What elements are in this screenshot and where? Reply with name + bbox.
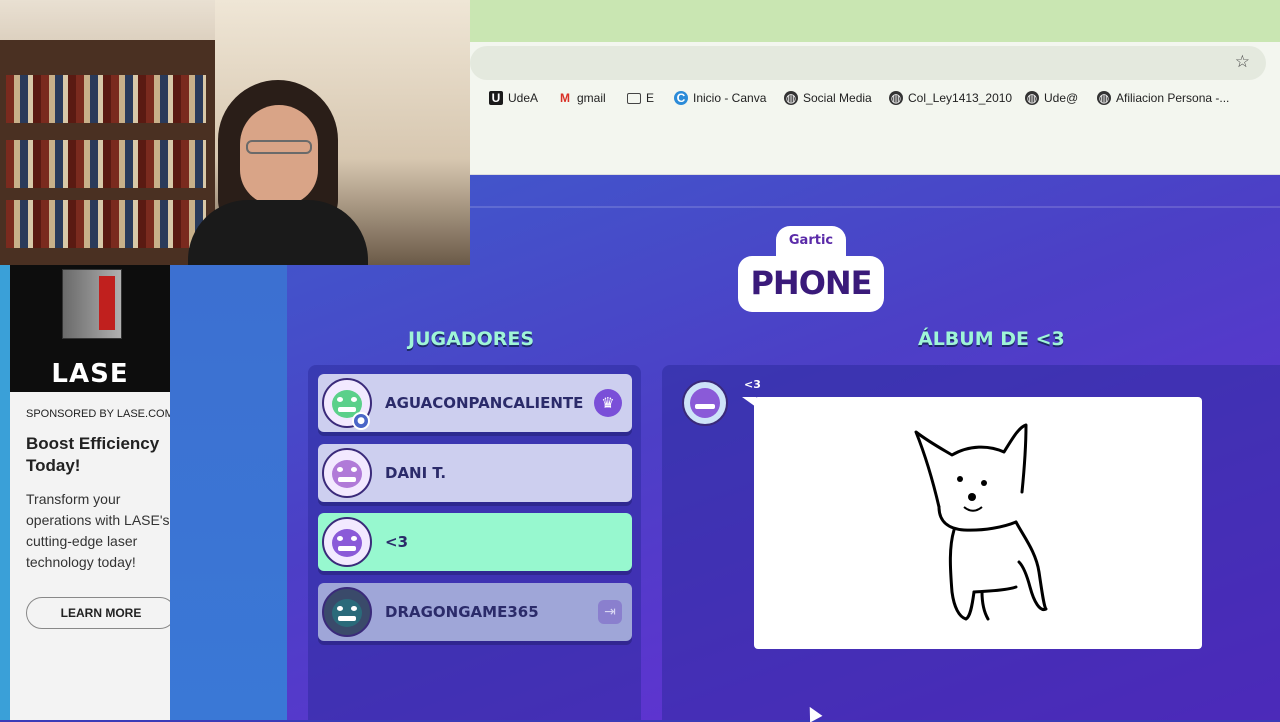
bookmark-col-ley[interactable]: ◍ Col_Ley1413_2010 <box>889 91 1012 105</box>
bookmark-udea[interactable]: U UdeA <box>489 91 538 105</box>
avatar <box>322 587 372 637</box>
address-bar[interactable] <box>470 46 1266 80</box>
bookmark-label: Col_Ley1413_2010 <box>908 91 1013 105</box>
ad-sponsor: SPONSORED BY LASE.COM <box>26 408 170 420</box>
player-card-active[interactable]: <3 <box>318 513 632 571</box>
crown-icon: ♛ <box>594 389 622 417</box>
globe-icon: ◍ <box>784 91 798 105</box>
album-heading: ÁLBUM DE <3 <box>918 328 1065 350</box>
avatar <box>322 517 372 567</box>
bookmark-afiliacion[interactable]: ◍ Afiliacion Persona -... <box>1097 91 1229 105</box>
folder-icon <box>627 92 641 104</box>
bookmark-label: Ude@ <box>1044 91 1079 105</box>
bookmark-canva[interactable]: C Inicio - Canva <box>674 91 766 105</box>
bookmark-social-media[interactable]: ◍ Social Media <box>784 91 872 105</box>
ad-body: Transform your operations with LASE's cu… <box>26 491 170 570</box>
sponsored-ad[interactable]: LASE SPONSORED BY LASE.COM Boost Efficie… <box>10 265 170 720</box>
bookmark-label: UdeA <box>508 91 539 105</box>
bookmark-label: Afiliacion Persona -... <box>1116 91 1230 105</box>
logo-top-text: Gartic <box>788 233 834 248</box>
learn-more-button[interactable]: LEARN MORE <box>26 597 170 629</box>
bookmark-label: Inicio - Canva <box>693 91 767 105</box>
ad-image: LASE <box>10 265 170 392</box>
ad-title: Boost Efficiency Today! <box>26 434 160 475</box>
album-author-avatar <box>682 380 728 426</box>
user-icon: ● <box>352 412 370 430</box>
gmail-icon: M <box>560 91 570 105</box>
globe-icon: ◍ <box>1025 91 1039 105</box>
player-name: AGUACONPANCALIENTE <box>385 394 584 412</box>
dog-drawing <box>914 423 1048 621</box>
bookmark-label: gmail <box>577 91 606 105</box>
bookmark-label: E <box>646 91 655 105</box>
player-card[interactable]: DANI T. <box>318 444 632 502</box>
gartic-phone-logo: Gartic PHONE <box>738 226 884 314</box>
globe-icon: ◍ <box>1097 91 1111 105</box>
player-card[interactable]: DRAGONGAME365 ⇥ <box>318 583 632 641</box>
player-name: DANI T. <box>385 464 447 482</box>
player-name: <3 <box>385 533 409 551</box>
udea-icon: U <box>489 91 503 105</box>
player-name: DRAGONGAME365 <box>385 603 539 621</box>
bookmark-gmail[interactable]: M gmail <box>558 91 606 105</box>
players-heading: JUGADORES <box>408 328 535 350</box>
logo-bottom-text: PHONE <box>750 264 872 302</box>
exit-icon: ⇥ <box>598 600 622 624</box>
bookmark-e-folder[interactable]: E <box>627 91 654 105</box>
player-card[interactable]: ● AGUACONPANCALIENTE ♛ <box>318 374 632 432</box>
drawing-canvas <box>754 397 1202 649</box>
avatar <box>322 448 372 498</box>
bookmark-udea-at[interactable]: ◍ Ude@ <box>1025 91 1078 105</box>
webcam-overlay <box>0 0 470 265</box>
canva-icon: C <box>674 91 688 105</box>
globe-icon: ◍ <box>889 91 903 105</box>
person <box>178 80 368 265</box>
ad-brand-logo: LASE <box>51 359 129 389</box>
laser-machine-icon <box>62 269 122 339</box>
album-author-name: <3 <box>744 378 761 391</box>
bookmark-star-icon[interactable]: ☆ <box>1235 52 1250 72</box>
page-left-stripe <box>0 265 10 720</box>
bookmark-label: Social Media <box>803 91 872 105</box>
